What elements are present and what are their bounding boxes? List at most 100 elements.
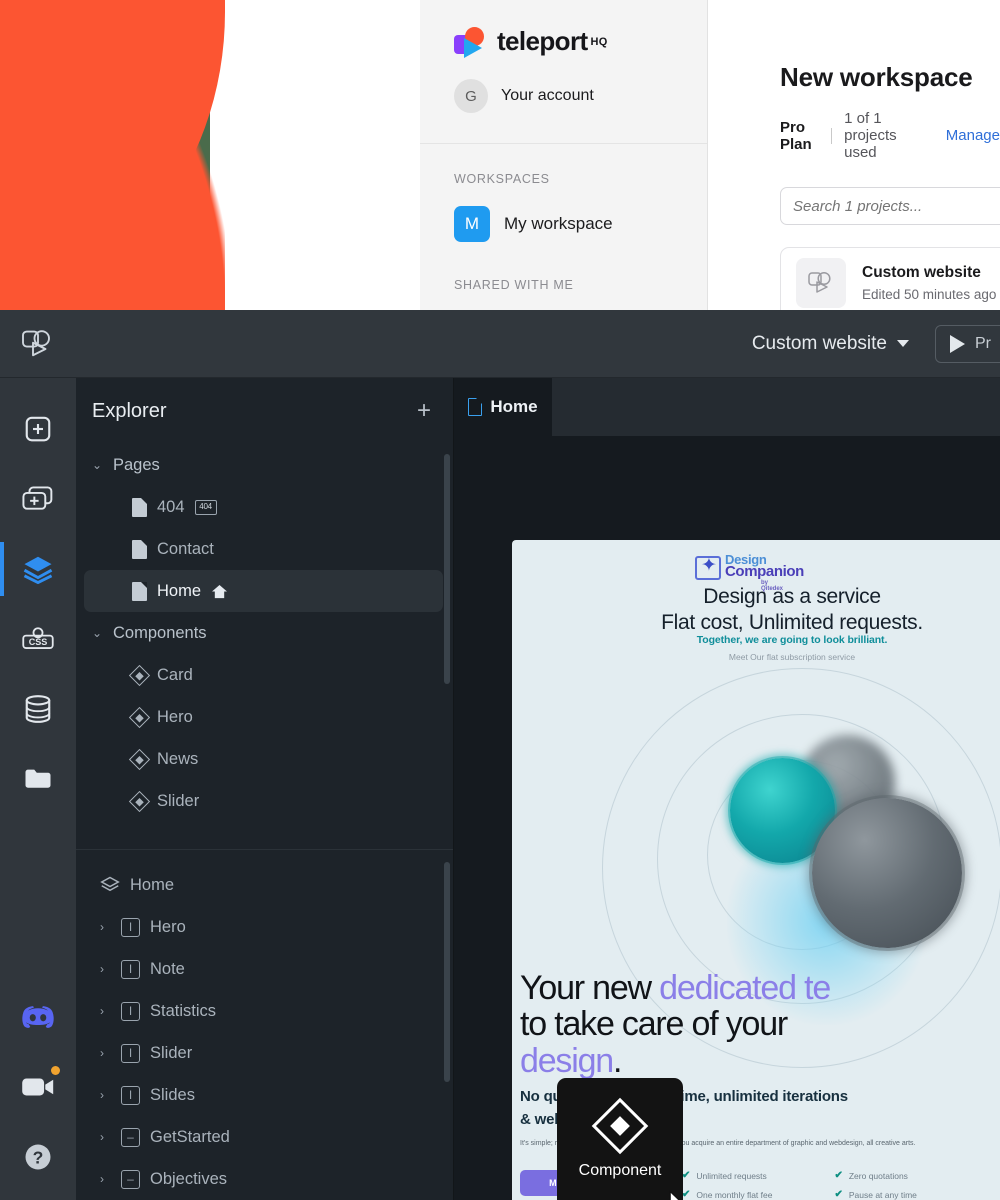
rail-item-discord[interactable]	[0, 982, 76, 1052]
canvas-area: Home ✦ Design Companion by Qitedex Desig…	[454, 378, 1000, 1200]
tree-group-label: Components	[113, 623, 207, 642]
plan-name: Pro Plan	[780, 118, 812, 153]
feature-label: One monthly flat fee	[696, 1189, 773, 1200]
container-icon: –	[121, 1169, 140, 1189]
check-icon: ✔	[682, 1170, 691, 1181]
database-icon	[25, 695, 51, 723]
chevron-right-icon[interactable]: ›	[100, 1004, 111, 1018]
drag-ghost-component: Component	[557, 1078, 683, 1200]
editor-logo[interactable]	[0, 329, 76, 359]
manage-link[interactable]: Manage	[946, 127, 1000, 144]
explorer-scrollbar[interactable]	[444, 454, 450, 684]
preview-button-label: Pr	[975, 334, 991, 352]
explorer-panel: Explorer + ⌄ Pages 404 404 Contact Home …	[76, 378, 454, 1200]
tree-item-news[interactable]: News	[76, 738, 453, 780]
workspace-badge: M	[454, 206, 490, 242]
main-heading-accent-1: dedicated te	[659, 969, 831, 1007]
play-icon	[950, 334, 965, 353]
tree-item-label: Hero	[157, 707, 193, 726]
chevron-right-icon[interactable]: ›	[100, 1130, 111, 1144]
layer-item-objectives[interactable]: › – Objectives	[76, 1158, 453, 1200]
explorer-add-button[interactable]: +	[417, 399, 431, 423]
tree-group-components[interactable]: ⌄ Components	[76, 612, 453, 654]
main-heading-accent-2: design	[520, 1041, 614, 1080]
svg-text:CSS: CSS	[29, 637, 48, 647]
account-row[interactable]: G Your account	[420, 57, 707, 113]
rail-item-add-box[interactable]	[0, 394, 76, 464]
layer-tree-panel: Home › I Hero › I Note › I Statistics › …	[76, 849, 453, 1200]
project-card[interactable]: Custom website Edited 50 minutes ago • C…	[780, 247, 1000, 319]
layer-tree-scrollbar[interactable]	[444, 862, 450, 1082]
hero-eyebrow: Meet Our flat subscription service	[728, 652, 856, 662]
rail-item-duplicate[interactable]	[0, 464, 76, 534]
rail-item-css[interactable]: CSS	[0, 604, 76, 674]
check-icon: ✔	[834, 1189, 843, 1200]
logo-line-2: Companion	[725, 563, 804, 580]
layer-root-label: Home	[130, 875, 175, 894]
main-heading-period: .	[613, 1041, 622, 1080]
decorative-orange-blob	[0, 0, 225, 312]
page-icon	[468, 398, 483, 416]
search-input[interactable]	[793, 197, 1000, 215]
rail-item-help[interactable]: ?	[0, 1122, 76, 1192]
tree-item-label: News	[157, 749, 199, 768]
layers-icon	[23, 556, 53, 584]
layer-item-hero[interactable]: › I Hero	[76, 906, 453, 948]
layer-item-slider[interactable]: › I Slider	[76, 1032, 453, 1074]
explorer-title: Explorer	[92, 399, 167, 422]
tree-item-slider[interactable]: Slider	[76, 780, 453, 822]
component-icon	[128, 748, 151, 770]
rail-item-folder[interactable]	[0, 744, 76, 814]
rail-item-layers[interactable]	[0, 534, 76, 604]
preview-button[interactable]: Pr	[935, 324, 1000, 363]
design-companion-logo: ✦ Design Companion by Qitedex	[695, 553, 804, 592]
chevron-right-icon[interactable]: ›	[100, 1172, 111, 1186]
chevron-down-icon: ⌄	[92, 626, 103, 640]
rail-item-database[interactable]	[0, 674, 76, 744]
chevron-right-icon[interactable]: ›	[100, 962, 111, 976]
shared-section-label: SHARED WITH ME	[454, 278, 574, 292]
chevron-right-icon[interactable]: ›	[100, 1088, 111, 1102]
project-switcher[interactable]: Custom website	[752, 333, 935, 355]
tree-item-home[interactable]: Home	[84, 570, 443, 612]
sidebar-item-my-workspace[interactable]: M My workspace	[420, 186, 707, 242]
layer-item-slides[interactable]: › I Slides	[76, 1074, 453, 1116]
teleport-logo-icon	[454, 26, 488, 58]
component-icon	[128, 790, 151, 812]
project-meta: Edited 50 minutes ago • Created on 14 Au…	[862, 287, 1000, 302]
tree-item-404[interactable]: 404 404	[76, 486, 453, 528]
layer-item-statistics[interactable]: › I Statistics	[76, 990, 453, 1032]
layer-root-home[interactable]: Home	[76, 864, 453, 906]
tree-item-contact[interactable]: Contact	[76, 528, 453, 570]
hero-headline: Design as a service Flat cost, Unlimited…	[512, 584, 1000, 635]
instance-icon: I	[121, 1001, 140, 1021]
chevron-down-icon	[897, 340, 909, 347]
chevron-right-icon[interactable]: ›	[100, 920, 111, 934]
tree-item-card[interactable]: Card	[76, 654, 453, 696]
tree-item-label: 404	[157, 497, 185, 516]
hero-headline-line-1: Design as a service	[703, 585, 881, 608]
avatar: G	[454, 79, 488, 113]
layer-item-note[interactable]: › I Note	[76, 948, 453, 990]
layer-item-getstarted[interactable]: › – GetStarted	[76, 1116, 453, 1158]
teleport-logo[interactable]: teleport HQ	[420, 26, 707, 58]
layer-item-label: Note	[150, 959, 185, 978]
chevron-right-icon[interactable]: ›	[100, 1046, 111, 1060]
feature-item: ✔ Pause at any time	[834, 1189, 916, 1200]
tree-group-pages[interactable]: ⌄ Pages	[76, 444, 453, 486]
tab-bar: Home	[454, 378, 1000, 436]
brand-suffix: HQ	[590, 35, 608, 48]
feature-label: Zero quotations	[848, 1170, 908, 1181]
tool-rail: CSS ?	[0, 378, 76, 1200]
rail-item-video[interactable]	[0, 1052, 76, 1122]
search-input-wrapper[interactable]	[780, 187, 1000, 225]
component-icon	[128, 664, 151, 686]
layer-item-label: Objectives	[150, 1169, 228, 1188]
teleport-glyph-icon	[808, 271, 831, 293]
workspace-label: My workspace	[504, 214, 613, 233]
tab-home[interactable]: Home	[454, 378, 552, 436]
tree-item-hero[interactable]: Hero	[76, 696, 453, 738]
tree-item-label: Home	[157, 581, 202, 600]
projects-usage: 1 of 1 projects used	[844, 110, 897, 161]
brand-name: teleport	[497, 26, 588, 56]
